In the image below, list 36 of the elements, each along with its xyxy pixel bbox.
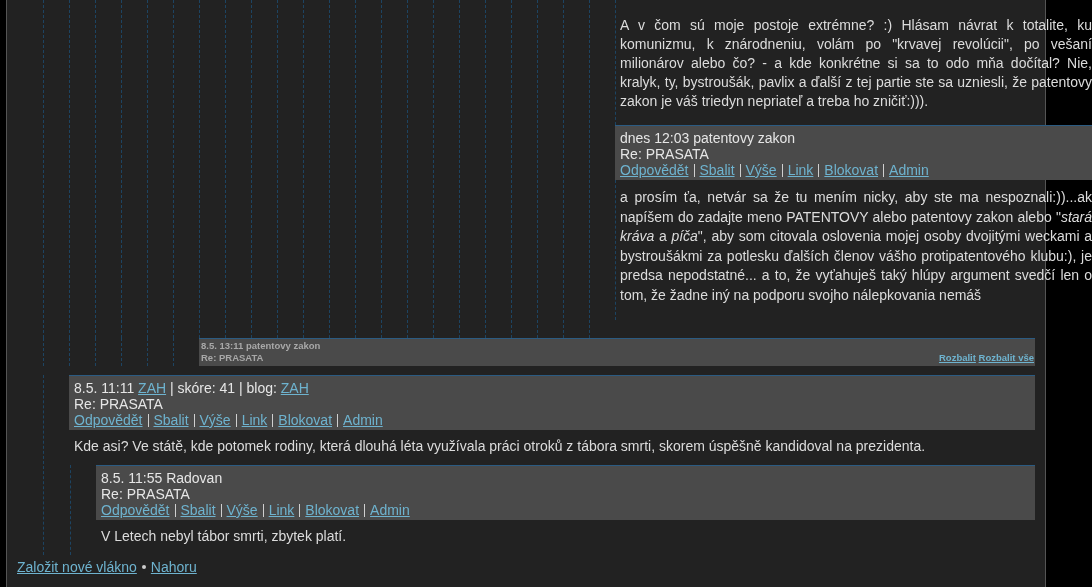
comment-meta: | skóre: 41 | blog: [170,380,277,396]
comment-text: a prosím ťa, netvár sa že tu mením nicky, aby ste ma nespoznali:))...ak napíšem do zadajte meno PATENTOVY alebo patentovy zakon alebo "stará kráva a píča", aby som citovala oslovenia mojej osoby dvojitými weckami a bystroušákmi za potlesku ďalších členov vášho protipatentového klubu:), je predsa nepodstatné... a to, že vyťahuješ taký hlúpy argument svedčí len o tom, že žadne iný na podporu svojho nálepkovania nemáš [615,180,1092,320]
comment-meta: 8.5. 11:55 Radovan [101,470,223,486]
expand-link[interactable]: Rozbalit [938,352,976,363]
action-link[interactable]: Link [787,162,814,178]
action-link[interactable]: Odpovědět [101,502,170,518]
action-link[interactable]: Blokovat [278,412,333,428]
author-link[interactable]: ZAH [280,380,309,396]
action-link[interactable]: Sbalit [699,162,735,178]
action-link[interactable]: Výše [199,412,231,428]
expand-link[interactable]: Rozbalit vše [978,352,1034,363]
action-link[interactable]: Blokovat [824,162,879,178]
action-link[interactable]: Výše [226,502,258,518]
action-link[interactable]: Link [241,412,268,428]
author-link[interactable]: ZAH [138,380,167,396]
action-link[interactable]: Admin [343,412,383,428]
comment-subject: Re: PRASATA [74,396,163,412]
action-link[interactable]: Sbalit [153,412,189,428]
comment-subject: Re: PRASATA [101,486,190,502]
action-link[interactable]: Výše [745,162,777,178]
comment-text: V Letech nebyl tábor smrti, zbytek platí. [100,527,348,546]
action-link[interactable]: Link [268,502,295,518]
comment-subject: Re: PRASATA [201,352,264,364]
comment-text: Kde asi? Ve státě, kde potomek rodiny, která dlouhá léta využívala práci otroků z tábora smrti, skorem úspěšně kandidoval na prezidenta. [73,437,927,456]
action-link[interactable]: Blokovat [305,502,360,518]
comment-subject: Re: PRASATA [620,146,709,162]
action-link[interactable]: Sbalit [180,502,216,518]
action-link[interactable]: Admin [370,502,410,518]
comment-meta: 8.5. 11:11 [74,380,135,396]
action-link[interactable]: Admin [889,162,929,178]
footer-link[interactable]: Nahoru [150,559,197,575]
comment-meta: dnes 12:03 patentovy zakon [620,130,796,146]
footer-link[interactable]: Založit nové vlákno [17,559,137,575]
comment-meta: 8.5. 13:11 patentovy zakon [201,340,321,351]
action-link[interactable]: Odpovědět [620,162,689,178]
action-link[interactable]: Odpovědět [74,412,143,428]
